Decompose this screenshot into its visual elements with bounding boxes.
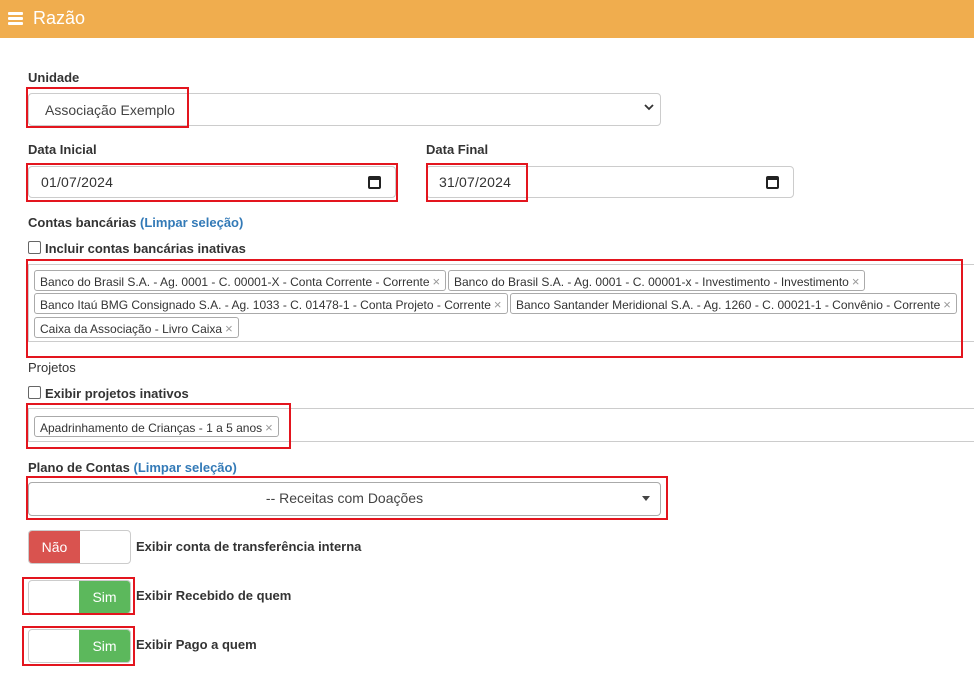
caret-down-icon — [642, 496, 650, 501]
plano-de-contas-clear-link[interactable]: (Limpar seleção) — [133, 460, 236, 475]
recebido-de-quem-label: Exibir Recebido de quem — [136, 588, 292, 603]
remove-chip-icon[interactable]: × — [852, 274, 860, 289]
plano-de-contas-value: -- Receitas com Doações — [265, 490, 424, 506]
unidade-label: Unidade — [28, 70, 80, 85]
hamburger-menu-icon[interactable] — [8, 12, 23, 25]
contas-bancarias-clear-link[interactable]: (Limpar seleção) — [140, 215, 243, 230]
unidade-select[interactable]: Associação Exemplo — [28, 93, 661, 126]
project-chip: Apadrinhamento de Crianças - 1 a 5 anos × — [34, 416, 279, 437]
account-chip: Caixa da Associação - Livro Caixa × — [34, 317, 239, 338]
include-inactive-accounts-checkbox[interactable] — [28, 241, 41, 254]
calendar-icon[interactable] — [368, 176, 381, 189]
project-chip-label: Apadrinhamento de Crianças - 1 a 5 anos — [40, 421, 263, 435]
contas-bancarias-multiselect[interactable]: Banco do Brasil S.A. - Ag. 0001 - C. 000… — [28, 264, 974, 342]
account-chip: Banco do Brasil S.A. - Ag. 0001 - C. 000… — [34, 270, 447, 291]
account-chip-label: Caixa da Associação - Livro Caixa — [40, 322, 223, 336]
projetos-label: Projetos — [28, 360, 76, 375]
data-inicial-label: Data Inicial — [28, 142, 97, 157]
data-inicial-value: 01/07/2024 — [41, 174, 114, 190]
recebido-de-quem-toggle[interactable]: Sim — [28, 580, 131, 614]
remove-chip-icon[interactable]: × — [433, 274, 441, 289]
account-chip: Banco do Brasil S.A. - Ag. 0001 - C. 000… — [448, 270, 866, 291]
remove-chip-icon[interactable]: × — [265, 420, 273, 435]
transferencia-interna-toggle[interactable]: Não — [28, 530, 131, 564]
remove-chip-icon[interactable]: × — [225, 321, 233, 336]
chevron-down-icon — [644, 104, 654, 111]
remove-chip-icon[interactable]: × — [494, 297, 502, 312]
contas-bancarias-label: Contas bancárias (Limpar seleção) — [28, 215, 243, 230]
toggle-state: Sim — [79, 581, 130, 613]
plano-de-contas-label-text: Plano de Contas — [28, 460, 130, 475]
pago-a-quem-label: Exibir Pago a quem — [136, 637, 257, 652]
projetos-multiselect[interactable]: Apadrinhamento de Crianças - 1 a 5 anos × — [28, 408, 974, 442]
account-chip-label: Banco Itaú BMG Consignado S.A. - Ag. 103… — [40, 298, 491, 312]
plano-de-contas-select[interactable]: -- Receitas com Doações — [28, 482, 661, 516]
account-chip-label: Banco do Brasil S.A. - Ag. 0001 - C. 000… — [454, 275, 849, 289]
show-inactive-projects-checkbox[interactable] — [28, 386, 41, 399]
pago-a-quem-toggle[interactable]: Sim — [28, 629, 131, 663]
data-final-value: 31/07/2024 — [439, 174, 512, 190]
data-final-label: Data Final — [426, 142, 489, 157]
calendar-icon[interactable] — [766, 176, 779, 189]
top-bar: Razão — [0, 0, 974, 38]
contas-bancarias-label-text: Contas bancárias — [28, 215, 137, 230]
data-inicial-input[interactable]: 01/07/2024 — [28, 166, 396, 198]
unidade-value: Associação Exemplo — [45, 102, 175, 118]
show-inactive-projects-label: Exibir projetos inativos — [45, 386, 189, 401]
plano-de-contas-label: Plano de Contas (Limpar seleção) — [28, 460, 237, 475]
account-chip-label: Banco do Brasil S.A. - Ag. 0001 - C. 000… — [40, 275, 430, 289]
account-chip-label: Banco Santander Meridional S.A. - Ag. 12… — [516, 298, 941, 312]
account-chip: Banco Itaú BMG Consignado S.A. - Ag. 103… — [34, 293, 508, 314]
page-title: Razão — [33, 8, 86, 28]
remove-chip-icon[interactable]: × — [943, 297, 951, 312]
include-inactive-accounts-label: Incluir contas bancárias inativas — [45, 241, 246, 256]
toggle-state: Não — [29, 531, 80, 563]
transferencia-interna-label: Exibir conta de transferência interna — [136, 539, 362, 554]
data-final-input[interactable]: 31/07/2024 — [426, 166, 794, 198]
account-chip: Banco Santander Meridional S.A. - Ag. 12… — [510, 293, 957, 314]
toggle-state: Sim — [79, 630, 130, 662]
